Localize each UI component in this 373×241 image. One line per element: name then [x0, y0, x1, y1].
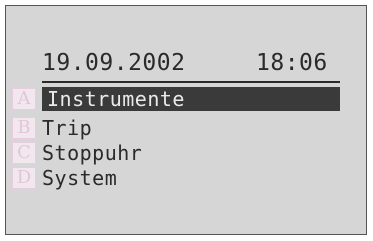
menu-item-label: Trip: [42, 116, 93, 140]
time-readout: 18:06: [256, 50, 328, 76]
header-divider: [42, 81, 340, 83]
menu-item-label: Instrumente: [42, 87, 340, 111]
callout-letter-b: B: [12, 117, 36, 139]
display-screen: 19.09.2002 18:06 A Instrumente B Trip C …: [5, 5, 367, 235]
date-readout: 19.09.2002: [42, 50, 186, 76]
callout-letter-d: D: [12, 167, 36, 189]
callout-letter-c: C: [12, 142, 36, 164]
callout-letter-a: A: [12, 88, 36, 110]
menu-item-label: System: [42, 166, 118, 190]
menu-item-label: Stoppuhr: [42, 141, 143, 165]
